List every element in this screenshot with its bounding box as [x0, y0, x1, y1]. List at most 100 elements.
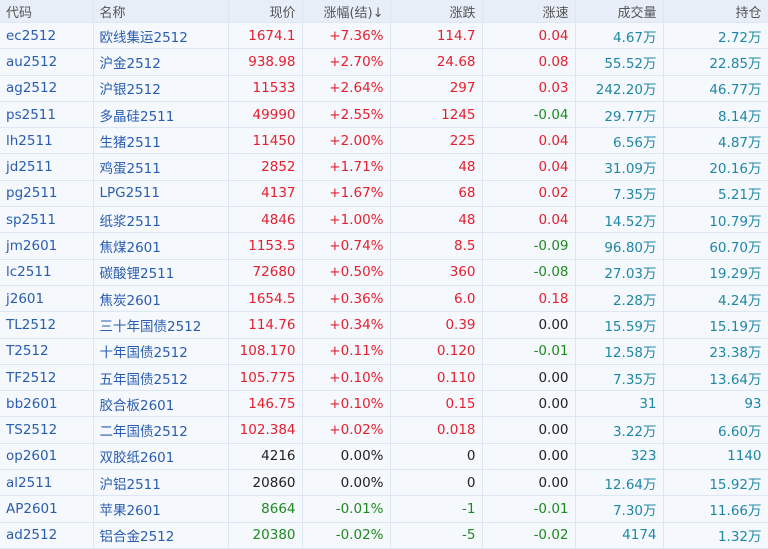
price-cell: 72680: [228, 259, 303, 286]
change-pct-cell: +7.36%: [302, 22, 391, 50]
volume-cell: 31.09万: [575, 153, 664, 181]
table-header: 代码 名称 现价 涨幅(结)↓ 涨跌 涨速 成交量 持仓: [0, 0, 768, 23]
code-cell: ps2511: [0, 101, 94, 129]
table-row[interactable]: j2601 焦炭2601 1654.5 +0.36% 6.0 0.18 2.28万 4.24万: [0, 285, 768, 313]
open-interest-cell: 20.16万: [663, 153, 768, 181]
table-row[interactable]: jd2511 鸡蛋2511 2852 +1.71% 48 0.04 31.09万 20.16万: [0, 153, 768, 181]
volume-cell: 323: [575, 443, 664, 471]
table-row[interactable]: T2512 十年国债2512 108.170 +0.11% 0.120 -0.01 12.5…: [0, 338, 768, 365]
price-cell: 4216: [228, 443, 303, 471]
table-row[interactable]: ec2512 欧线集运2512 1674.1 +7.36% 114.7 0.04 4.67万…: [0, 22, 768, 50]
name-cell: 多晶硅2511: [93, 101, 229, 129]
open-interest-cell: 1140: [663, 443, 768, 471]
change-pct-cell: +0.10%: [302, 364, 391, 392]
table-row[interactable]: TF2512 五年国债2512 105.775 +0.10% 0.110 0.00 7.35…: [0, 364, 768, 392]
column-volume-header[interactable]: 成交量: [575, 0, 664, 23]
table-row[interactable]: op2601 双胶纸2601 4216 0.00% 0 0.00 323 1140: [0, 443, 768, 471]
speed-cell: -0.08: [482, 259, 576, 286]
volume-cell: 4.67万: [575, 22, 664, 50]
speed-cell: 0.04: [482, 206, 576, 234]
volume-cell: 6.56万: [575, 127, 664, 155]
name-cell: 苹果2601: [93, 495, 229, 523]
code-cell: AP2601: [0, 495, 94, 523]
volume-cell: 3.22万: [575, 416, 664, 444]
column-code-header[interactable]: 代码: [0, 0, 94, 23]
table-row[interactable]: AP2601 苹果2601 8664 -0.01% -1 -0.01 7.30万 11.66万: [0, 495, 768, 523]
column-name-header[interactable]: 名称: [93, 0, 229, 23]
price-cell: 11533: [228, 75, 303, 102]
change-pct-cell: +0.50%: [302, 259, 391, 286]
change-cell: 0: [390, 469, 483, 497]
price-cell: 11450: [228, 127, 303, 155]
code-cell: TF2512: [0, 364, 94, 392]
volume-cell: 15.59万: [575, 311, 664, 339]
open-interest-cell: 13.64万: [663, 364, 768, 392]
open-interest-cell: 93: [663, 390, 768, 418]
speed-cell: 0.00: [482, 311, 576, 339]
code-cell: op2601: [0, 443, 94, 471]
open-interest-cell: 60.70万: [663, 232, 768, 260]
name-cell: 二年国债2512: [93, 416, 229, 444]
change-pct-cell: +1.67%: [302, 180, 391, 208]
volume-cell: 2.28万: [575, 285, 664, 313]
change-pct-cell: +2.64%: [302, 75, 391, 102]
column-price-header[interactable]: 现价: [228, 0, 303, 23]
speed-cell: -0.01: [482, 338, 576, 365]
open-interest-cell: 6.60万: [663, 416, 768, 444]
volume-cell: 96.80万: [575, 232, 664, 260]
volume-cell: 7.35万: [575, 364, 664, 392]
code-cell: ag2512: [0, 75, 94, 102]
change-cell: 48: [390, 206, 483, 234]
name-cell: 纸浆2511: [93, 206, 229, 234]
table-row[interactable]: pg2511 LPG2511 4137 +1.67% 68 0.02 7.35万 5.21万: [0, 180, 768, 208]
table-row[interactable]: al2511 沪铝2511 20860 0.00% 0 0.00 12.64万 15.92万: [0, 469, 768, 497]
change-cell: 6.0: [390, 285, 483, 313]
price-cell: 102.384: [228, 416, 303, 444]
change-cell: 24.68: [390, 48, 483, 76]
name-cell: LPG2511: [93, 180, 229, 208]
table-row[interactable]: sp2511 纸浆2511 4846 +1.00% 48 0.04 14.52万 10.79万: [0, 206, 768, 234]
code-cell: au2512: [0, 48, 94, 76]
speed-cell: 0.00: [482, 364, 576, 392]
name-cell: 欧线集运2512: [93, 22, 229, 50]
volume-cell: 31: [575, 390, 664, 418]
change-pct-cell: +1.71%: [302, 153, 391, 181]
table-row[interactable]: ag2512 沪银2512 11533 +2.64% 297 0.03 242.20万 46.…: [0, 75, 768, 102]
table-row[interactable]: bb2601 胶合板2601 146.75 +0.10% 0.15 0.00 31 93: [0, 390, 768, 418]
table-row[interactable]: TS2512 二年国债2512 102.384 +0.02% 0.018 0.00 3.22…: [0, 416, 768, 444]
speed-cell: 0.02: [482, 180, 576, 208]
name-cell: 沪铝2511: [93, 469, 229, 497]
price-cell: 105.775: [228, 364, 303, 392]
table-row[interactable]: lc2511 碳酸锂2511 72680 +0.50% 360 -0.08 27.03万 19…: [0, 259, 768, 286]
open-interest-cell: 23.38万: [663, 338, 768, 365]
open-interest-cell: 5.21万: [663, 180, 768, 208]
code-cell: lh2511: [0, 127, 94, 155]
column-change-header[interactable]: 涨跌: [390, 0, 483, 23]
table-row[interactable]: au2512 沪金2512 938.98 +2.70% 24.68 0.08 55.52万 2…: [0, 48, 768, 76]
table-row[interactable]: ad2512 铝合金2512 20380 -0.02% -5 -0.02 4174 1.32万: [0, 522, 768, 549]
table-row[interactable]: lh2511 生猪2511 11450 +2.00% 225 0.04 6.56万 4.87万: [0, 127, 768, 155]
volume-cell: 14.52万: [575, 206, 664, 234]
price-cell: 4846: [228, 206, 303, 234]
open-interest-cell: 4.87万: [663, 127, 768, 155]
table-row[interactable]: TL2512 三十年国债2512 114.76 +0.34% 0.39 0.00 15.59…: [0, 311, 768, 339]
table-row[interactable]: jm2601 焦煤2601 1153.5 +0.74% 8.5 -0.09 96.80万 60…: [0, 232, 768, 260]
change-cell: -5: [390, 522, 483, 549]
open-interest-cell: 19.29万: [663, 259, 768, 286]
column-open-interest-header[interactable]: 持仓: [663, 0, 768, 23]
change-cell: 48: [390, 153, 483, 181]
volume-cell: 4174: [575, 522, 664, 549]
speed-cell: -0.01: [482, 495, 576, 523]
column-speed-header[interactable]: 涨速: [482, 0, 576, 23]
speed-cell: 0.04: [482, 153, 576, 181]
speed-cell: -0.09: [482, 232, 576, 260]
code-cell: T2512: [0, 338, 94, 365]
futures-quote-table: 代码 名称 现价 涨幅(结)↓ 涨跌 涨速 成交量 持仓 ec2512 欧线集运2512 1674…: [0, 0, 768, 549]
name-cell: 三十年国债2512: [93, 311, 229, 339]
change-cell: 68: [390, 180, 483, 208]
price-cell: 1654.5: [228, 285, 303, 313]
code-cell: TL2512: [0, 311, 94, 339]
column-change-pct-header[interactable]: 涨幅(结)↓: [302, 0, 391, 23]
speed-cell: 0.04: [482, 22, 576, 50]
table-row[interactable]: ps2511 多晶硅2511 49990 +2.55% 1245 -0.04 29.77万 8…: [0, 101, 768, 129]
